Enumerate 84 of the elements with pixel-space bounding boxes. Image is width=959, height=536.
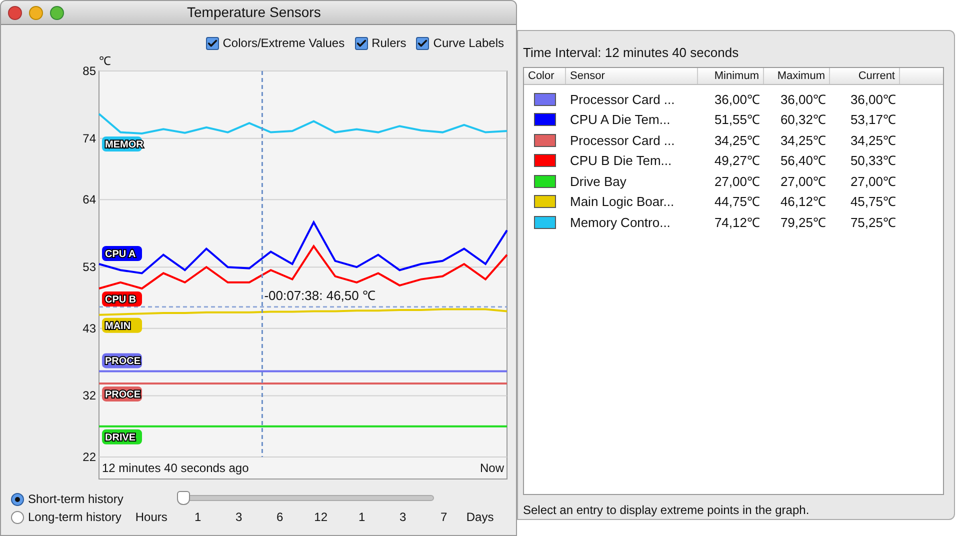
table-cell-text: 50,33℃: [849, 152, 897, 170]
table-cell-text: 49,27℃: [713, 152, 761, 170]
slider-tick-label: 1: [358, 509, 366, 526]
slider-tick-label: 3: [398, 509, 408, 526]
slider-tick-label: 3: [234, 509, 244, 526]
y-tick-label: 53: [82, 260, 96, 274]
slider-tick-label: 1: [194, 509, 202, 526]
close-button[interactable]: [8, 6, 22, 20]
column-header[interactable]: Maximum: [764, 68, 830, 84]
unit-label: ℃: [99, 54, 111, 68]
cursor-readout: -00:07:38: 46,50 ℃: [264, 288, 376, 303]
curve-label: CPU B: [102, 292, 142, 306]
checkbox-label: Curve Labels: [433, 35, 504, 52]
curve-label: PROCE: [102, 353, 142, 368]
table-cell-text: 79,25℃: [779, 214, 827, 232]
table-cell-text: 36,00℃: [713, 90, 761, 108]
table-cell-text: CPU B Die Tem...: [569, 152, 673, 170]
table-cell-text: 53,17℃: [849, 111, 897, 129]
series-label: CPU B: [105, 294, 136, 306]
window-title: Temperature Sensors: [187, 3, 321, 22]
status-text: Select an entry to display extreme points in the graph.: [523, 502, 810, 519]
time-interval-label: Time Interval: 12 minutes 40 seconds: [523, 44, 740, 59]
table-cell-text: 60,32℃: [779, 111, 827, 129]
table-cell-text: Processor Card ...: [569, 132, 676, 150]
hours-label: Hours: [135, 509, 168, 526]
table-cell-text: Main Logic Boar...: [569, 193, 676, 211]
checkbox-label: Rulers: [372, 35, 406, 52]
table-cell-text: 27,00℃: [779, 172, 827, 190]
y-tick-label: 32: [82, 388, 96, 403]
table-cell-text: Processor Card ...: [569, 90, 676, 108]
column-header[interactable]: Color: [524, 68, 566, 84]
table-cell-text: 45,75℃: [849, 193, 897, 211]
curve-label: CPU A: [102, 246, 142, 261]
y-tick-label: 85: [82, 64, 96, 78]
column-header[interactable]: Current: [830, 68, 900, 84]
radio-button[interactable]: [11, 492, 24, 506]
radio-label: Short-term history: [28, 491, 124, 508]
table-cell-text: 51,55℃: [713, 111, 761, 129]
table-cell-text: 46,12℃: [779, 193, 827, 211]
table-cell-text: 44,75℃: [713, 193, 761, 211]
table-cell-text: Memory Contro...: [569, 214, 672, 232]
table-cell-text: 34,25℃: [779, 132, 827, 150]
curve-label: DRIVE: [102, 429, 142, 444]
checkbox-label: Colors/Extreme Values: [222, 35, 345, 52]
series-label: PROCE: [105, 389, 141, 400]
table-cell-text: 75,25℃: [849, 214, 897, 232]
table-cell-text: Drive Bay: [569, 172, 628, 191]
check-icon: [356, 38, 367, 48]
radio-label: Long-term history: [28, 509, 122, 526]
days-label: Days: [466, 509, 494, 526]
table-cell-text: 56,40℃: [779, 152, 827, 170]
zoom-button[interactable]: [50, 6, 64, 20]
y-tick-label: 74: [82, 131, 96, 146]
series-label: PROCE: [105, 356, 141, 368]
y-tick-label: 22: [82, 450, 96, 464]
checkbox[interactable]: [354, 36, 368, 50]
series-label: MAIN: [105, 320, 131, 332]
y-tick-label: 43: [82, 321, 96, 336]
check-icon: [417, 38, 428, 48]
start-time-label: 12 minutes 40 seconds ago: [102, 461, 249, 475]
y-tick-label: 64: [82, 192, 96, 207]
column-header[interactable]: Minimum: [698, 68, 764, 84]
series-label: DRIVE: [105, 432, 136, 444]
table-cell-text: 36,00℃: [779, 90, 827, 108]
table-cell-text: 27,00℃: [713, 172, 761, 190]
table-cell-text: CPU A Die Tem...: [569, 111, 672, 129]
slider-tick-label: 7: [440, 509, 448, 526]
check-icon: [206, 38, 218, 48]
checkbox[interactable]: [416, 36, 430, 50]
curve-label: PROCE: [102, 386, 142, 402]
slider-tick-label: 12: [313, 509, 329, 526]
radio-button[interactable]: [11, 510, 24, 524]
curve-label: MAIN: [102, 318, 142, 333]
checkbox[interactable]: [206, 36, 219, 50]
table-cell-text: 36,00℃: [849, 90, 897, 108]
slider-tick-label: 6: [276, 509, 284, 526]
series-label: CPU A: [105, 249, 136, 260]
slider-thumb[interactable]: [177, 491, 190, 505]
end-time-label: Now: [480, 461, 504, 475]
table-cell-text: 34,25℃: [849, 132, 897, 150]
column-header[interactable]: Sensor: [566, 68, 698, 84]
table-cell-text: 27,00℃: [849, 172, 897, 190]
table-cell-text: 34,25℃: [713, 132, 761, 150]
table-cell-text: 74,12℃: [713, 214, 761, 232]
